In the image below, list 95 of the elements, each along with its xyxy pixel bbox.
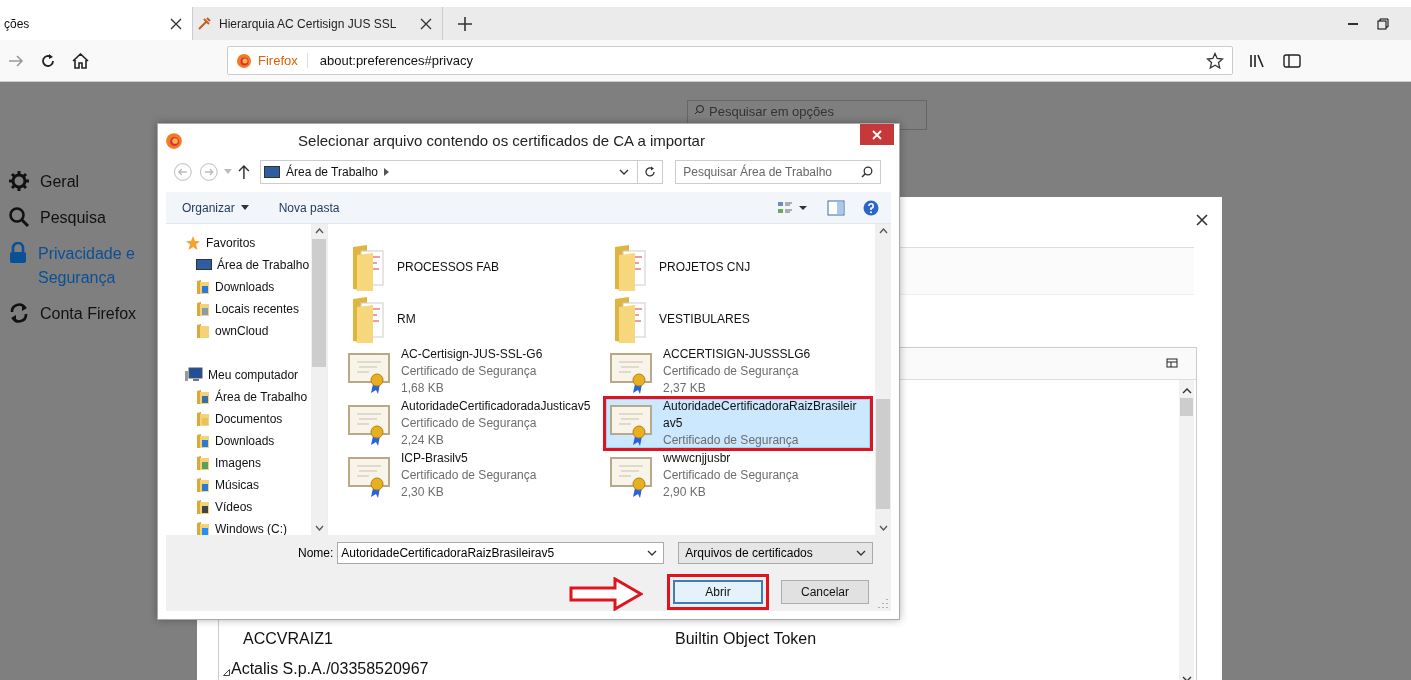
tools-icon [197, 16, 211, 31]
new-tab-icon[interactable] [457, 15, 473, 32]
nav-item[interactable]: Vídeos [166, 496, 311, 518]
view-options-icon[interactable] [777, 199, 809, 216]
nav-item[interactable]: Windows (C:) [166, 518, 311, 535]
help-icon[interactable] [863, 199, 879, 216]
close-icon[interactable] [420, 17, 432, 30]
folder-icon [196, 499, 210, 515]
scrollbar[interactable] [311, 224, 327, 535]
dialog-title: Selecionar arquivo contendo os certificados de CA a importar [297, 132, 706, 149]
security-device: Builtin Object Token [675, 630, 817, 648]
file-item[interactable]: AutoridadeCertificadoraRaizBrasileirav5 Certificado de Segurança [606, 399, 870, 448]
file-item[interactable]: PROCESSOS FAB [344, 243, 598, 292]
star-icon [185, 235, 201, 251]
folder-icon [196, 323, 210, 339]
file-item[interactable]: RM [344, 295, 598, 344]
desktop-icon [263, 165, 280, 178]
nav-item[interactable]: Downloads [166, 430, 311, 452]
chevron-right-icon[interactable] [384, 167, 390, 176]
search-icon [694, 104, 705, 115]
filename-field[interactable]: AutoridadeCertificadoraRaizBrasileirav5 [337, 542, 665, 564]
scroll-down-icon[interactable] [1181, 676, 1192, 680]
lock-icon [8, 242, 28, 264]
identity-label: Firefox [258, 53, 308, 68]
toolbar-button[interactable]: Nova pasta [278, 200, 340, 215]
toolbar-button[interactable]: Organizar [182, 200, 249, 215]
search-icon [861, 165, 873, 178]
folder-icon [196, 389, 210, 405]
search-icon [8, 206, 30, 228]
computer-icon [185, 367, 203, 383]
gear-icon [8, 170, 30, 192]
forward-icon[interactable] [8, 52, 24, 69]
scroll-down-icon[interactable] [314, 525, 324, 531]
dialog-button[interactable]: Cancelar [781, 580, 869, 604]
refresh-icon [643, 165, 656, 178]
file-item[interactable]: ICP-Brasilv5 Certificado de Segurança 2,30 KB [344, 451, 598, 500]
address-bar[interactable]: Firefox about:preferences#privacy [227, 46, 1233, 75]
restore-icon[interactable] [1377, 17, 1389, 30]
folder-icon [196, 477, 210, 493]
dialog-button[interactable]: Abrir [673, 580, 763, 604]
file-item[interactable]: ACCERTISIGN-JUSSSLG6 Certificado de Segurança 2,37 KB [606, 347, 870, 396]
caret-icon [240, 205, 249, 210]
desktop-icon [196, 258, 212, 272]
folder-icon [196, 433, 210, 449]
nav-item[interactable]: Documentos [166, 408, 311, 430]
certificate-group[interactable]: Actalis S.p.A./03358520967 [231, 660, 429, 678]
file-item[interactable]: wwwcnjjusbr Certificado de Segurança 2,90 KB [606, 451, 870, 500]
file-item[interactable]: PROJETOS CNJ [606, 243, 870, 292]
nav-item[interactable]: Meu computador [166, 364, 311, 386]
scrollbar[interactable] [1179, 380, 1194, 680]
chevron-down-icon[interactable] [618, 168, 629, 175]
location-bar[interactable]: Área de Trabalho [259, 159, 638, 184]
close-icon[interactable] [170, 17, 182, 30]
reload-icon[interactable] [40, 52, 56, 69]
twisty-icon[interactable] [223, 668, 230, 676]
nav-item[interactable]: Imagens [166, 452, 311, 474]
home-icon[interactable] [72, 52, 89, 69]
firefox-icon [236, 52, 252, 69]
scroll-thumb[interactable] [1180, 398, 1193, 416]
browser-tab[interactable]: ções [0, 7, 193, 40]
file-type-dropdown[interactable]: Arquivos de certificados [678, 542, 874, 564]
folder-icon [196, 301, 210, 317]
scroll-down-icon[interactable] [878, 525, 888, 531]
file-item[interactable]: AutoridadeCertificadoradaJusticav5 Certificado de Segurança 2,24 KB [344, 399, 598, 448]
refresh-button[interactable] [637, 159, 664, 184]
up-arrow-icon[interactable] [238, 164, 250, 179]
sync-icon [8, 302, 30, 324]
nav-item[interactable]: Músicas [166, 474, 311, 496]
folder-icon [196, 455, 210, 471]
close-icon [872, 129, 882, 140]
certificate-name[interactable]: ACCVRAIZ1 [243, 630, 675, 648]
star-icon[interactable] [1206, 51, 1224, 70]
close-icon[interactable] [1196, 214, 1208, 226]
folder-icon [196, 521, 210, 535]
search-field[interactable]: Pesquisar Área de Trabalho [675, 159, 881, 184]
scroll-up-icon[interactable] [878, 228, 888, 234]
scroll-up-icon[interactable] [1181, 388, 1192, 394]
chevron-down-icon[interactable] [856, 550, 867, 556]
scroll-up-icon[interactable] [314, 228, 324, 234]
file-item[interactable]: VESTIBULARES [606, 295, 870, 344]
sidebar-icon[interactable] [1283, 52, 1301, 69]
folder-icon [196, 411, 210, 427]
file-item[interactable]: AC-Certisign-JUS-SSL-G6 Certificado de Segurança 1,68 KB [344, 347, 598, 396]
resize-grip-icon[interactable] [878, 598, 888, 608]
chevron-down-icon[interactable] [647, 550, 658, 556]
close-button[interactable] [860, 124, 894, 145]
folder-icon [196, 279, 210, 295]
url-text: about:preferences#privacy [318, 53, 474, 68]
scrollbar[interactable] [875, 224, 891, 535]
firefox-icon [165, 131, 183, 150]
category-item[interactable]: Geral [8, 170, 197, 194]
library-icon[interactable] [1249, 52, 1267, 69]
filename-label: Nome: [298, 546, 334, 560]
nav-item[interactable]: Área de Trabalho [166, 386, 311, 408]
column-picker-icon[interactable] [1166, 358, 1178, 369]
